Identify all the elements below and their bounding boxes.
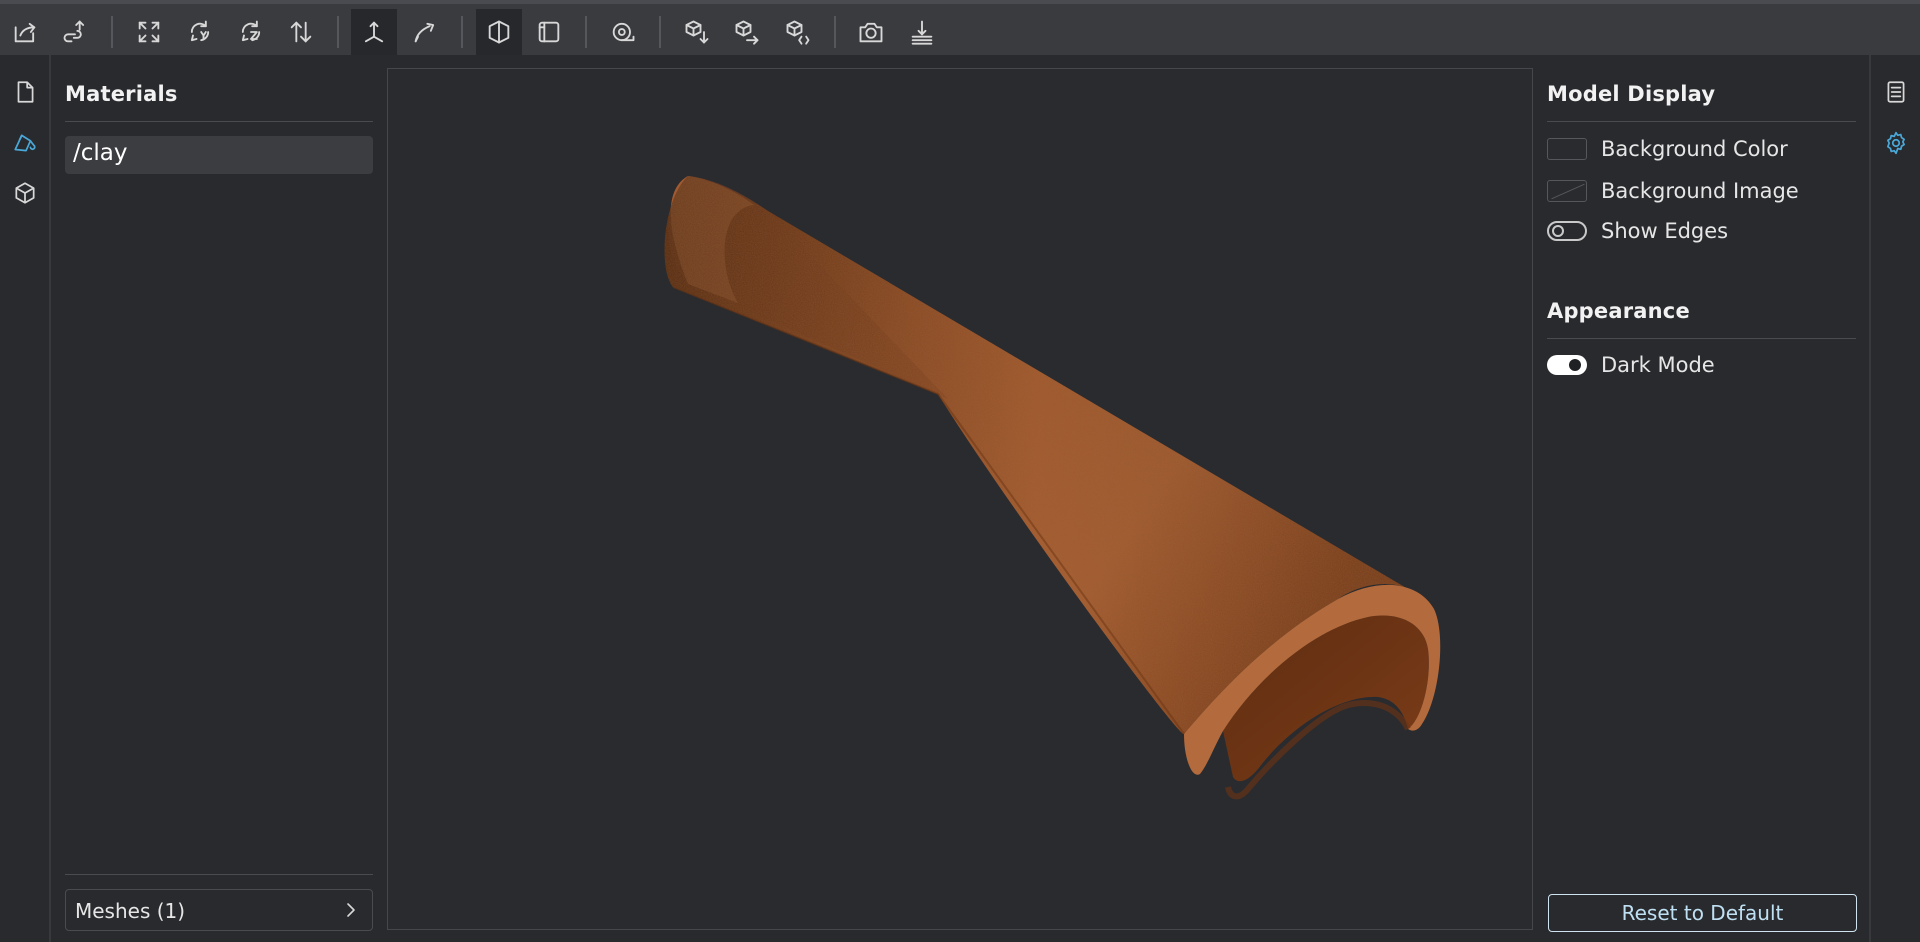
sidebar-item-meshes[interactable] [8,176,42,210]
sidebar-item-settings[interactable] [1879,126,1913,160]
meshes-label: Meshes (1) [75,899,186,923]
toolbar-separator [585,16,587,48]
background-color-option[interactable]: Background Color [1547,134,1788,164]
cube-icon [15,182,35,204]
open-file-icon [14,22,36,43]
file-icon [17,81,34,103]
cube-right-icon [735,20,759,45]
background-color-label: Background Color [1601,137,1788,161]
toolbar [0,0,1920,55]
background-image-option[interactable]: Background Image [1547,176,1799,206]
rotate-y-icon [190,20,210,42]
shaded-view-icon [488,20,510,44]
meshes-expander[interactable]: Meshes (1) [65,889,373,931]
rotate-y-button[interactable] [177,9,223,55]
sidebar-item-details[interactable] [1879,75,1913,109]
appearance-title: Appearance [1547,299,1690,323]
toolbar-separator [111,16,113,48]
share-link-icon [63,20,85,43]
materials-panel: Materials /clay Meshes (1) [52,55,379,942]
app-window: Materials /clay Meshes (1) Model Display… [0,0,1920,942]
left-sidebar [0,55,51,942]
settings-icon [1887,131,1905,155]
open-file-button[interactable] [2,9,48,55]
model-display-title: Model Display [1547,82,1716,106]
toolbar-separator [834,16,836,48]
background-color-swatch[interactable] [1547,138,1587,160]
divider [65,121,373,122]
dark-mode-toggle[interactable] [1547,355,1587,375]
cube-code-icon [786,20,810,45]
cube-code-button[interactable] [775,9,821,55]
box-view-icon [538,21,560,43]
show-edges-label: Show Edges [1601,219,1729,243]
box-view-button[interactable] [526,9,572,55]
3d-viewport[interactable] [387,68,1533,930]
background-image-swatch[interactable] [1547,180,1587,202]
dark-mode-option[interactable]: Dark Mode [1547,350,1715,380]
fit-view-icon [138,21,160,43]
tape-measure-button[interactable] [600,9,646,55]
divider [1547,121,1856,122]
toolbar-separator [461,16,463,48]
background-image-label: Background Image [1601,179,1799,203]
measure-curve-button[interactable] [402,9,448,55]
settings-panel: Model Display Background Color Backgroun… [1535,55,1869,942]
right-sidebar [1869,55,1920,942]
clay-tile-model [664,176,1441,800]
toolbar-separator [337,16,339,48]
document-list-icon [1887,81,1905,103]
cube-down-icon [685,20,709,44]
shaded-view-button[interactable] [476,9,522,55]
chevron-right-icon [347,903,355,917]
ground-plane-button[interactable] [899,9,945,55]
up-axis-button[interactable] [351,9,397,55]
measure-curve-icon [414,22,435,43]
toolbar-separator [659,16,661,48]
cube-down-button[interactable] [674,9,720,55]
flip-up-down-button[interactable] [278,9,324,55]
panel-title: Materials [65,82,178,106]
show-edges-option[interactable]: Show Edges [1547,216,1728,246]
sidebar-item-materials[interactable] [8,126,42,160]
camera-icon [859,22,883,43]
fit-view-button[interactable] [126,9,172,55]
materials-icon [14,134,36,152]
reset-to-default-button[interactable]: Reset to Default [1548,894,1857,932]
show-edges-toggle[interactable] [1547,221,1587,241]
divider [65,874,373,875]
divider [1547,338,1856,339]
tape-measure-icon [612,22,635,42]
up-axis-icon [364,21,384,43]
cube-right-button[interactable] [724,9,770,55]
flip-up-down-icon [290,21,312,43]
camera-button[interactable] [848,9,894,55]
ground-plane-icon [911,20,933,45]
rotate-z-button[interactable] [228,9,274,55]
dark-mode-label: Dark Mode [1601,353,1715,377]
material-item[interactable]: /clay [65,136,373,174]
rotate-z-icon [241,20,261,42]
sidebar-item-file[interactable] [8,75,42,109]
share-link-button[interactable] [52,9,98,55]
